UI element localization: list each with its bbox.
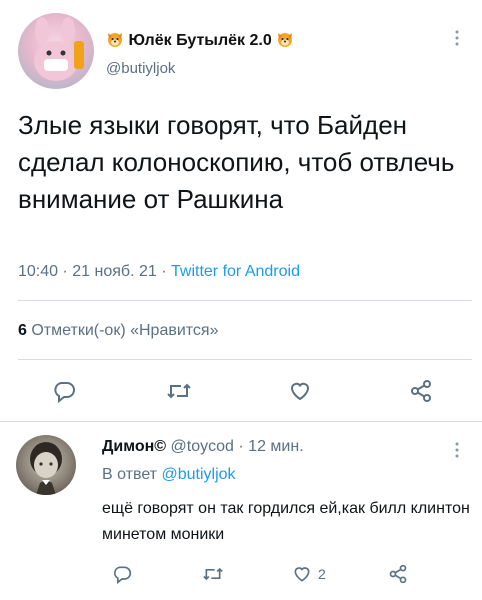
tweet-time: 10:40 (18, 263, 59, 280)
reply-time: 12 мин. (248, 438, 304, 455)
author-avatar[interactable] (18, 13, 94, 89)
reply-author-avatar[interactable] (16, 435, 76, 495)
reply-icon[interactable] (105, 559, 139, 589)
dog-face-emoji-icon (272, 32, 294, 49)
tweet-text: Злые языки говорят, что Байден сделал ко… (18, 110, 455, 214)
tweet-meta: 10:40 · 21 нояб. 21 · Twitter for Androi… (18, 263, 300, 281)
likes-summary[interactable]: 6 Отметки(-ок) «Нравится» (18, 322, 219, 340)
reply-author-name: Димон© (102, 438, 167, 455)
like-icon[interactable] (283, 376, 317, 406)
divider (0, 421, 482, 422)
meta-separator: · (161, 263, 167, 280)
author-handle[interactable]: @butiyljok (106, 60, 175, 77)
replying-to: В ответ @butiyljok (102, 466, 236, 484)
reply-prefix: В ответ (102, 466, 158, 483)
divider (18, 300, 472, 301)
meta-separator: · (238, 438, 244, 455)
retweet-icon[interactable] (196, 559, 230, 589)
tweet-date: 21 нояб. 21 (72, 263, 157, 280)
share-icon[interactable] (404, 376, 438, 406)
reply-to-handle-link[interactable]: @butiyljok (161, 466, 235, 483)
more-vertical-icon[interactable] (452, 30, 462, 46)
author-name-row[interactable]: Юлёк Бутылёк 2.0 (106, 30, 294, 50)
tweet-client-link[interactable]: Twitter for Android (171, 263, 300, 280)
likes-count: 6 (18, 322, 27, 339)
retweet-icon[interactable] (162, 376, 196, 406)
reply-text: ещё говорят он так гордился ей,как билл … (102, 500, 470, 543)
like-icon[interactable] (292, 564, 312, 584)
author-name: Юлёк Бутылёк 2.0 (128, 32, 272, 49)
reply-author-row[interactable]: Димон© @toycod · 12 мин. (102, 438, 304, 456)
reply-icon[interactable] (47, 376, 81, 406)
meta-separator: · (62, 263, 68, 280)
reply-author-handle: @toycod (170, 438, 234, 455)
like-button[interactable]: 2 (292, 559, 326, 589)
divider (18, 359, 472, 360)
likes-label: Отметки(-ок) «Нравится» (31, 322, 219, 339)
more-vertical-icon[interactable] (452, 442, 462, 458)
dog-face-emoji-icon (106, 32, 128, 49)
share-icon[interactable] (381, 559, 415, 589)
like-count: 2 (318, 566, 326, 582)
